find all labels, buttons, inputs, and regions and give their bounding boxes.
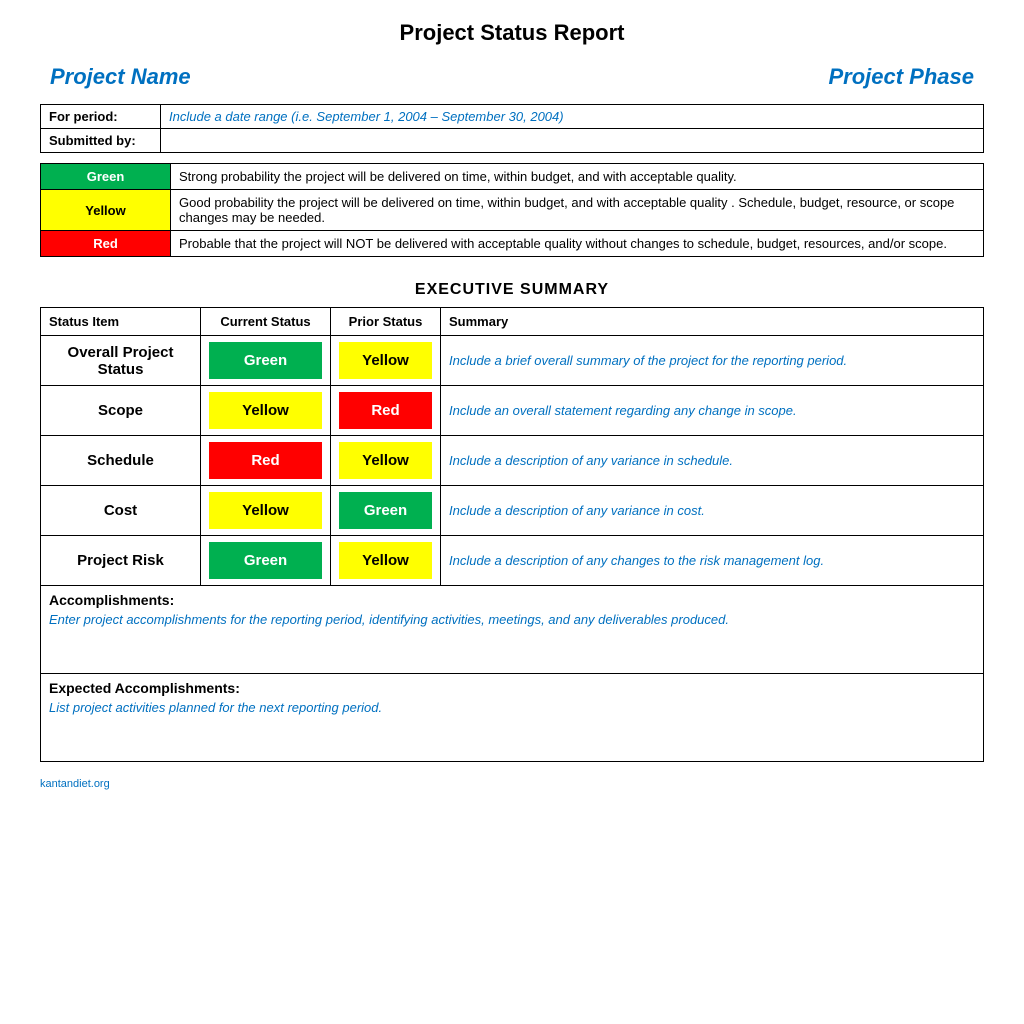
table-row: Schedule Red Yellow Include a descriptio… bbox=[41, 436, 984, 486]
row-1-status-item: Overall ProjectStatus bbox=[41, 336, 201, 386]
row-1-prior-status: Yellow bbox=[331, 336, 441, 386]
expected-accomplishments-label: Expected Accomplishments: bbox=[49, 680, 240, 696]
row-5-prior-badge: Yellow bbox=[339, 542, 432, 579]
row-1-current-status: Green bbox=[201, 336, 331, 386]
row-4-current-badge: Yellow bbox=[209, 492, 322, 529]
row-4-status-item: Cost bbox=[41, 486, 201, 536]
header-summary: Summary bbox=[441, 308, 984, 336]
accomplishments-label: Accomplishments: bbox=[49, 592, 174, 608]
row-2-current-badge: Yellow bbox=[209, 392, 322, 429]
header-current-status: Current Status bbox=[201, 308, 331, 336]
row-3-current-badge: Red bbox=[209, 442, 322, 479]
header-prior-status: Prior Status bbox=[331, 308, 441, 336]
row-3-prior-badge: Yellow bbox=[339, 442, 432, 479]
submitted-by-value bbox=[161, 129, 984, 153]
accomplishments-cell: Accomplishments: Enter project accomplis… bbox=[41, 586, 984, 674]
executive-summary-title: EXECUTIVE SUMMARY bbox=[40, 281, 984, 299]
main-table: Status Item Current Status Prior Status … bbox=[40, 307, 984, 762]
row-5-prior-status: Yellow bbox=[331, 536, 441, 586]
expected-accomplishments-cell: Expected Accomplishments: List project a… bbox=[41, 674, 984, 762]
row-2-prior-badge: Red bbox=[339, 392, 432, 429]
row-3-status-item: Schedule bbox=[41, 436, 201, 486]
header-row: Project Name Project Phase bbox=[40, 64, 984, 90]
accomplishments-row: Accomplishments: Enter project accomplis… bbox=[41, 586, 984, 674]
row-1-summary: Include a brief overall summary of the p… bbox=[441, 336, 984, 386]
row-2-prior-status: Red bbox=[331, 386, 441, 436]
header-status-item: Status Item bbox=[41, 308, 201, 336]
row-2-current-status: Yellow bbox=[201, 386, 331, 436]
for-period-value: Include a date range (i.e. September 1, … bbox=[161, 105, 984, 129]
table-row: Scope Yellow Red Include an overall stat… bbox=[41, 386, 984, 436]
info-table: For period: Include a date range (i.e. S… bbox=[40, 104, 984, 153]
row-5-summary: Include a description of any changes to … bbox=[441, 536, 984, 586]
project-phase-label: Project Phase bbox=[828, 64, 974, 90]
row-5-current-status: Green bbox=[201, 536, 331, 586]
expected-accomplishments-text: List project activities planned for the … bbox=[49, 696, 975, 755]
table-row: Cost Yellow Green Include a description … bbox=[41, 486, 984, 536]
for-period-label: For period: bbox=[41, 105, 161, 129]
row-1-current-badge: Green bbox=[209, 342, 322, 379]
legend-red-label: Red bbox=[41, 231, 171, 257]
table-row: Project Risk Green Yellow Include a desc… bbox=[41, 536, 984, 586]
legend-yellow-label: Yellow bbox=[41, 190, 171, 231]
row-3-current-status: Red bbox=[201, 436, 331, 486]
page-title: Project Status Report bbox=[40, 20, 984, 46]
footer-text: kantandiet.org bbox=[40, 778, 984, 790]
row-2-status-item: Scope bbox=[41, 386, 201, 436]
legend-green-desc: Strong probability the project will be d… bbox=[171, 164, 984, 190]
row-5-current-badge: Green bbox=[209, 542, 322, 579]
row-3-summary: Include a description of any variance in… bbox=[441, 436, 984, 486]
row-1-prior-badge: Yellow bbox=[339, 342, 432, 379]
row-2-summary: Include an overall statement regarding a… bbox=[441, 386, 984, 436]
table-row: Overall ProjectStatus Green Yellow Inclu… bbox=[41, 336, 984, 386]
row-3-prior-status: Yellow bbox=[331, 436, 441, 486]
project-name-label: Project Name bbox=[50, 64, 191, 90]
accomplishments-text: Enter project accomplishments for the re… bbox=[49, 608, 975, 667]
status-legend-table: Green Strong probability the project wil… bbox=[40, 163, 984, 257]
row-4-prior-status: Green bbox=[331, 486, 441, 536]
row-4-current-status: Yellow bbox=[201, 486, 331, 536]
row-4-summary: Include a description of any variance in… bbox=[441, 486, 984, 536]
row-5-status-item: Project Risk bbox=[41, 536, 201, 586]
submitted-by-label: Submitted by: bbox=[41, 129, 161, 153]
expected-accomplishments-row: Expected Accomplishments: List project a… bbox=[41, 674, 984, 762]
legend-green-label: Green bbox=[41, 164, 171, 190]
row-4-prior-badge: Green bbox=[339, 492, 432, 529]
legend-red-desc: Probable that the project will NOT be de… bbox=[171, 231, 984, 257]
legend-yellow-desc: Good probability the project will be del… bbox=[171, 190, 984, 231]
